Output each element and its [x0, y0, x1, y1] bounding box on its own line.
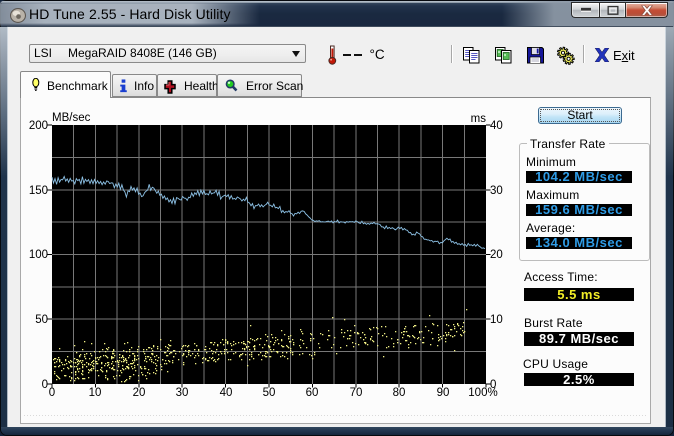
svg-text:0: 0: [49, 387, 55, 399]
svg-text:90: 90: [437, 387, 450, 399]
svg-text:100: 100: [29, 249, 48, 261]
svg-text:80: 80: [393, 387, 406, 399]
svg-text:40: 40: [490, 120, 503, 132]
svg-text:0: 0: [42, 379, 48, 391]
svg-text:150: 150: [29, 185, 48, 197]
svg-text:50: 50: [263, 387, 276, 399]
svg-text:MB/sec: MB/sec: [52, 112, 91, 124]
svg-text:30: 30: [176, 387, 189, 399]
svg-text:10: 10: [490, 314, 503, 326]
svg-text:20: 20: [133, 387, 146, 399]
svg-text:200: 200: [29, 120, 48, 132]
svg-text:40: 40: [220, 387, 233, 399]
svg-text:100%: 100%: [468, 387, 497, 399]
svg-text:70: 70: [350, 387, 363, 399]
svg-text:50: 50: [35, 314, 48, 326]
svg-text:20: 20: [490, 249, 503, 261]
svg-text:ms: ms: [471, 113, 487, 125]
svg-text:60: 60: [306, 387, 319, 399]
svg-text:10: 10: [89, 387, 102, 399]
svg-text:30: 30: [490, 185, 503, 197]
